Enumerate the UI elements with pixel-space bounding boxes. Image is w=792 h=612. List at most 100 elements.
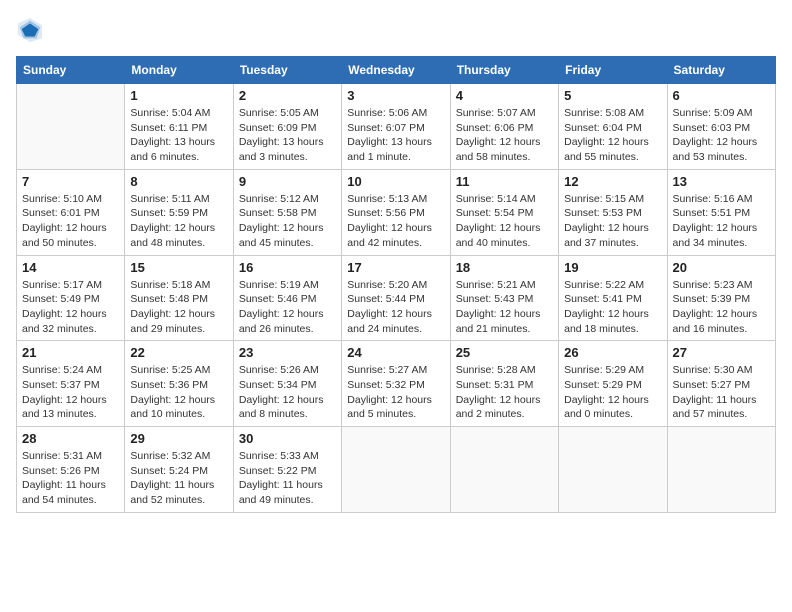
day-info: Sunrise: 5:21 AM Sunset: 5:43 PM Dayligh… bbox=[456, 278, 553, 337]
day-cell: 15 Sunrise: 5:18 AM Sunset: 5:48 PM Dayli… bbox=[125, 255, 233, 341]
day-cell: 17Sunrise: 5:20 AM Sunset: 5:44 PM Dayli… bbox=[342, 255, 450, 341]
day-number: 28 bbox=[22, 431, 119, 446]
day-number: 11 bbox=[456, 174, 553, 189]
day-number: 24 bbox=[347, 345, 444, 360]
day-info: Sunrise: 5:16 AM Sunset: 5:51 PM Dayligh… bbox=[673, 192, 770, 251]
day-info: Sunrise: 5:10 AM Sunset: 6:01 PM Dayligh… bbox=[22, 192, 119, 251]
day-info: Sunrise: 5:22 AM Sunset: 5:41 PM Dayligh… bbox=[564, 278, 661, 337]
day-number: 8 bbox=[130, 174, 227, 189]
day-cell: 27 Sunrise: 5:30 AM Sunset: 5:27 PM Dayli… bbox=[667, 341, 775, 427]
day-number: 9 bbox=[239, 174, 336, 189]
day-info: Sunrise: 5:18 AM Sunset: 5:48 PM Dayligh… bbox=[130, 278, 227, 337]
week-row-4: 21Sunrise: 5:24 AM Sunset: 5:37 PM Dayli… bbox=[17, 341, 776, 427]
day-info: Sunrise: 5:23 AM Sunset: 5:39 PM Dayligh… bbox=[673, 278, 770, 337]
day-info: Sunrise: 5:30 AM Sunset: 5:27 PM Dayligh… bbox=[673, 363, 770, 422]
day-info: Sunrise: 5:09 AM Sunset: 6:03 PM Dayligh… bbox=[673, 106, 770, 165]
day-number: 6 bbox=[673, 88, 770, 103]
day-cell: 12 Sunrise: 5:15 AM Sunset: 5:53 PM Dayli… bbox=[559, 169, 667, 255]
day-cell: 1 Sunrise: 5:04 AM Sunset: 6:11 PM Daylig… bbox=[125, 84, 233, 170]
day-number: 2 bbox=[239, 88, 336, 103]
header-cell-thursday: Thursday bbox=[450, 57, 558, 84]
day-cell: 18 Sunrise: 5:21 AM Sunset: 5:43 PM Dayli… bbox=[450, 255, 558, 341]
day-number: 26 bbox=[564, 345, 661, 360]
day-cell: 5Sunrise: 5:08 AM Sunset: 6:04 PM Daylig… bbox=[559, 84, 667, 170]
header-cell-friday: Friday bbox=[559, 57, 667, 84]
day-info: Sunrise: 5:29 AM Sunset: 5:29 PM Dayligh… bbox=[564, 363, 661, 422]
day-cell: 19 Sunrise: 5:22 AM Sunset: 5:41 PM Dayli… bbox=[559, 255, 667, 341]
header-row: SundayMondayTuesdayWednesdayThursdayFrid… bbox=[17, 57, 776, 84]
week-row-3: 14 Sunrise: 5:17 AM Sunset: 5:49 PM Dayli… bbox=[17, 255, 776, 341]
day-cell: 20 Sunrise: 5:23 AM Sunset: 5:39 PM Dayli… bbox=[667, 255, 775, 341]
day-number: 30 bbox=[239, 431, 336, 446]
calendar-header: SundayMondayTuesdayWednesdayThursdayFrid… bbox=[17, 57, 776, 84]
day-cell: 3Sunrise: 5:06 AM Sunset: 6:07 PM Daylig… bbox=[342, 84, 450, 170]
header-cell-tuesday: Tuesday bbox=[233, 57, 341, 84]
header-cell-saturday: Saturday bbox=[667, 57, 775, 84]
week-row-1: 1 Sunrise: 5:04 AM Sunset: 6:11 PM Daylig… bbox=[17, 84, 776, 170]
day-cell: 2 Sunrise: 5:05 AM Sunset: 6:09 PM Daylig… bbox=[233, 84, 341, 170]
day-info: Sunrise: 5:08 AM Sunset: 6:04 PM Dayligh… bbox=[564, 106, 661, 165]
day-cell: 14 Sunrise: 5:17 AM Sunset: 5:49 PM Dayli… bbox=[17, 255, 125, 341]
logo bbox=[16, 16, 48, 44]
day-info: Sunrise: 5:07 AM Sunset: 6:06 PM Dayligh… bbox=[456, 106, 553, 165]
day-info: Sunrise: 5:19 AM Sunset: 5:46 PM Dayligh… bbox=[239, 278, 336, 337]
day-info: Sunrise: 5:28 AM Sunset: 5:31 PM Dayligh… bbox=[456, 363, 553, 422]
day-cell: 16 Sunrise: 5:19 AM Sunset: 5:46 PM Dayli… bbox=[233, 255, 341, 341]
day-cell bbox=[450, 427, 558, 513]
day-info: Sunrise: 5:27 AM Sunset: 5:32 PM Dayligh… bbox=[347, 363, 444, 422]
day-cell bbox=[342, 427, 450, 513]
day-cell: 29 Sunrise: 5:32 AM Sunset: 5:24 PM Dayli… bbox=[125, 427, 233, 513]
day-number: 13 bbox=[673, 174, 770, 189]
day-info: Sunrise: 5:15 AM Sunset: 5:53 PM Dayligh… bbox=[564, 192, 661, 251]
day-number: 29 bbox=[130, 431, 227, 446]
day-info: Sunrise: 5:05 AM Sunset: 6:09 PM Dayligh… bbox=[239, 106, 336, 165]
day-number: 14 bbox=[22, 260, 119, 275]
day-number: 22 bbox=[130, 345, 227, 360]
day-info: Sunrise: 5:17 AM Sunset: 5:49 PM Dayligh… bbox=[22, 278, 119, 337]
week-row-5: 28 Sunrise: 5:31 AM Sunset: 5:26 PM Dayli… bbox=[17, 427, 776, 513]
day-info: Sunrise: 5:06 AM Sunset: 6:07 PM Dayligh… bbox=[347, 106, 444, 165]
day-number: 16 bbox=[239, 260, 336, 275]
day-cell: 22 Sunrise: 5:25 AM Sunset: 5:36 PM Dayli… bbox=[125, 341, 233, 427]
day-number: 15 bbox=[130, 260, 227, 275]
day-number: 1 bbox=[130, 88, 227, 103]
day-number: 27 bbox=[673, 345, 770, 360]
day-info: Sunrise: 5:11 AM Sunset: 5:59 PM Dayligh… bbox=[130, 192, 227, 251]
page-header bbox=[16, 16, 776, 44]
day-number: 21 bbox=[22, 345, 119, 360]
calendar-body: 1 Sunrise: 5:04 AM Sunset: 6:11 PM Daylig… bbox=[17, 84, 776, 513]
day-number: 10 bbox=[347, 174, 444, 189]
day-cell: 7 Sunrise: 5:10 AM Sunset: 6:01 PM Daylig… bbox=[17, 169, 125, 255]
day-info: Sunrise: 5:26 AM Sunset: 5:34 PM Dayligh… bbox=[239, 363, 336, 422]
day-number: 23 bbox=[239, 345, 336, 360]
day-info: Sunrise: 5:31 AM Sunset: 5:26 PM Dayligh… bbox=[22, 449, 119, 508]
day-number: 19 bbox=[564, 260, 661, 275]
day-number: 12 bbox=[564, 174, 661, 189]
day-number: 17 bbox=[347, 260, 444, 275]
day-cell: 11 Sunrise: 5:14 AM Sunset: 5:54 PM Dayli… bbox=[450, 169, 558, 255]
day-number: 7 bbox=[22, 174, 119, 189]
day-info: Sunrise: 5:33 AM Sunset: 5:22 PM Dayligh… bbox=[239, 449, 336, 508]
day-cell bbox=[17, 84, 125, 170]
day-number: 18 bbox=[456, 260, 553, 275]
day-cell: 6 Sunrise: 5:09 AM Sunset: 6:03 PM Daylig… bbox=[667, 84, 775, 170]
day-number: 25 bbox=[456, 345, 553, 360]
week-row-2: 7 Sunrise: 5:10 AM Sunset: 6:01 PM Daylig… bbox=[17, 169, 776, 255]
day-cell: 23 Sunrise: 5:26 AM Sunset: 5:34 PM Dayli… bbox=[233, 341, 341, 427]
day-info: Sunrise: 5:04 AM Sunset: 6:11 PM Dayligh… bbox=[130, 106, 227, 165]
day-cell: 8 Sunrise: 5:11 AM Sunset: 5:59 PM Daylig… bbox=[125, 169, 233, 255]
day-info: Sunrise: 5:32 AM Sunset: 5:24 PM Dayligh… bbox=[130, 449, 227, 508]
day-cell bbox=[667, 427, 775, 513]
day-cell: 28 Sunrise: 5:31 AM Sunset: 5:26 PM Dayli… bbox=[17, 427, 125, 513]
day-info: Sunrise: 5:25 AM Sunset: 5:36 PM Dayligh… bbox=[130, 363, 227, 422]
day-cell: 24 Sunrise: 5:27 AM Sunset: 5:32 PM Dayli… bbox=[342, 341, 450, 427]
day-cell: 30 Sunrise: 5:33 AM Sunset: 5:22 PM Dayli… bbox=[233, 427, 341, 513]
day-info: Sunrise: 5:14 AM Sunset: 5:54 PM Dayligh… bbox=[456, 192, 553, 251]
logo-icon bbox=[16, 16, 44, 44]
day-number: 4 bbox=[456, 88, 553, 103]
day-number: 20 bbox=[673, 260, 770, 275]
calendar-table: SundayMondayTuesdayWednesdayThursdayFrid… bbox=[16, 56, 776, 513]
day-info: Sunrise: 5:13 AM Sunset: 5:56 PM Dayligh… bbox=[347, 192, 444, 251]
day-cell: 4 Sunrise: 5:07 AM Sunset: 6:06 PM Daylig… bbox=[450, 84, 558, 170]
day-cell: 25 Sunrise: 5:28 AM Sunset: 5:31 PM Dayli… bbox=[450, 341, 558, 427]
